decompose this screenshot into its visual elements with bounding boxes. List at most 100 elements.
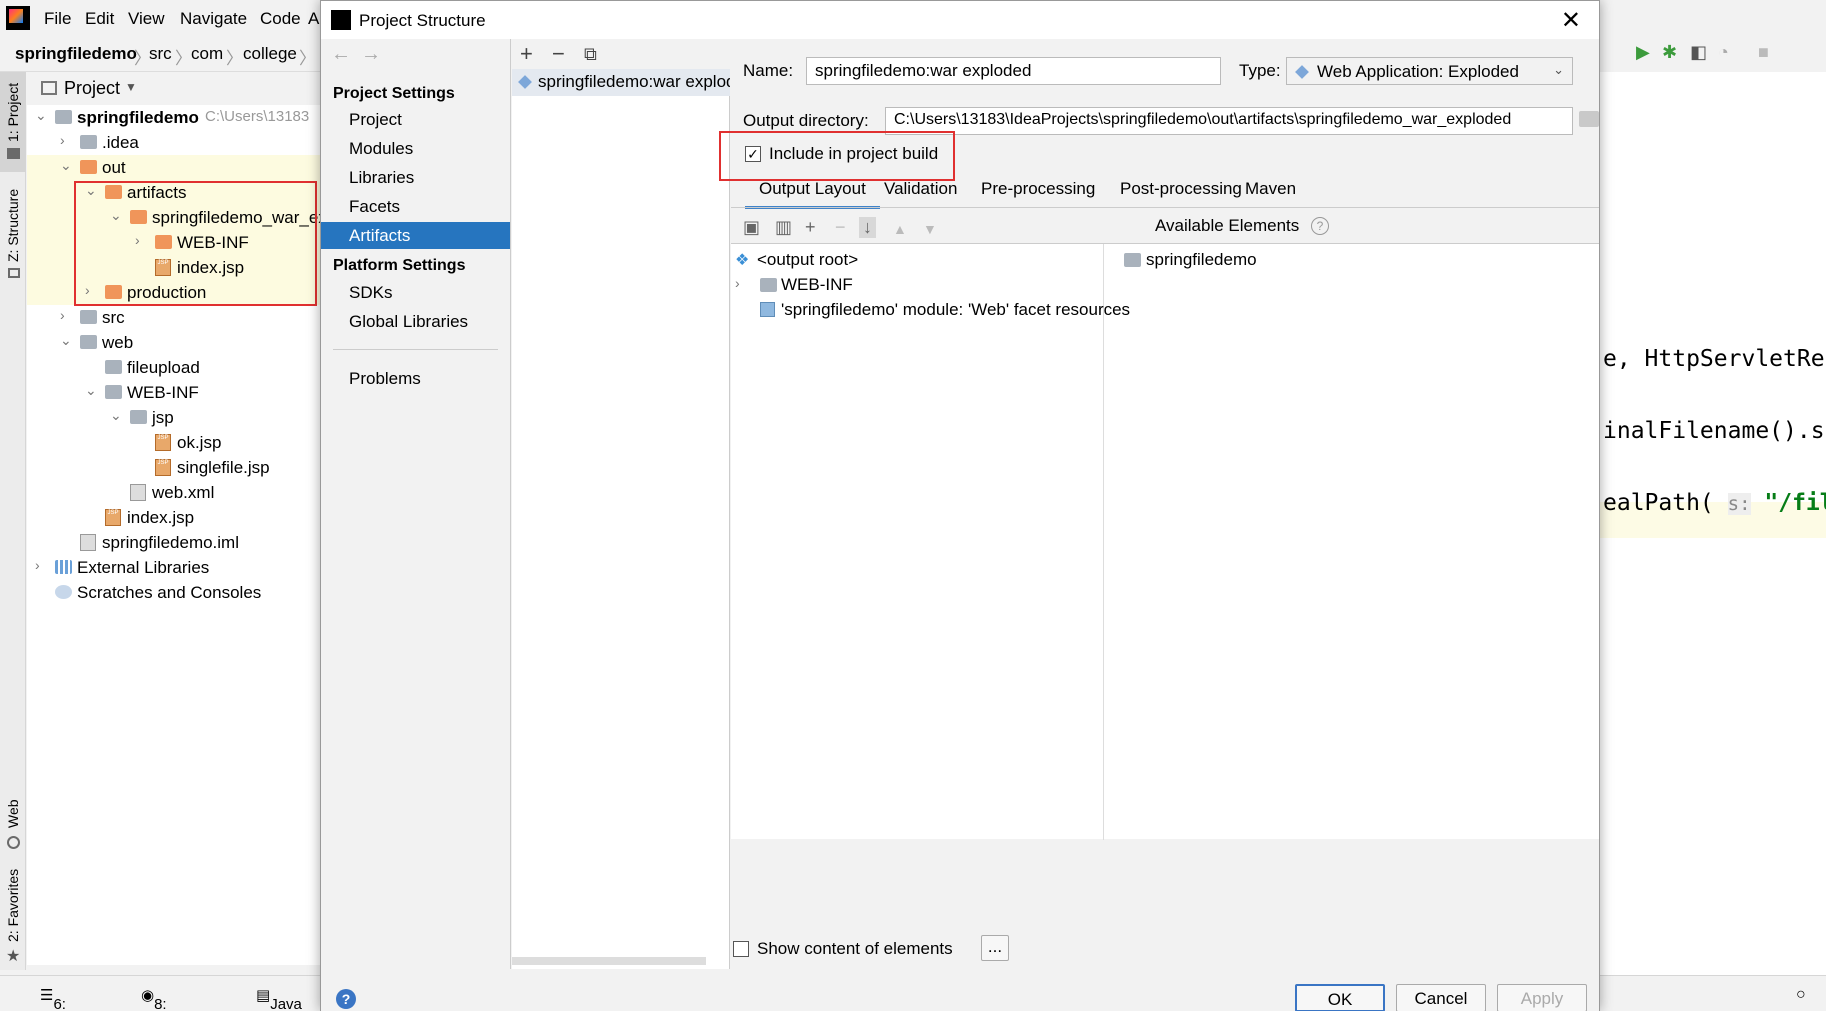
cancel-button[interactable]: Cancel — [1396, 984, 1486, 1011]
tree-row[interactable]: ⌄ springfiledemo C:\Users\13183 — [27, 105, 320, 130]
project-panel-header: Project ▼ — [27, 72, 320, 105]
java-enterprise-tab[interactable]: ▤ Java En — [256, 986, 302, 1011]
sort-icon[interactable]: ↓ — [859, 217, 876, 238]
chevron-right-icon[interactable]: › — [735, 275, 740, 291]
tree-row[interactable]: JSP index.jsp — [27, 505, 320, 530]
search-icon[interactable]: ○ — [1796, 986, 1806, 1004]
layout-tree-item[interactable]: ❖ <output root> — [735, 248, 1095, 272]
menu-view[interactable]: View — [128, 9, 165, 29]
add-copy-of-icon[interactable]: + — [805, 217, 816, 238]
tree-row[interactable]: Scratches and Consoles — [27, 580, 320, 605]
available-tree-item[interactable]: springfiledemo — [1116, 248, 1416, 272]
breadcrumb-item-src[interactable]: src — [149, 44, 172, 64]
tree-row[interactable]: web.xml — [27, 480, 320, 505]
tree-row[interactable]: JSP singlefile.jsp — [27, 455, 320, 480]
move-down-icon[interactable]: ▼ — [923, 221, 937, 237]
chevron-down-icon[interactable]: ⌄ — [85, 382, 97, 399]
tab-post-processing[interactable]: Post-processing — [1120, 179, 1242, 199]
project-panel-title[interactable]: Project — [64, 78, 120, 99]
tab-output-layout[interactable]: Output Layout — [745, 179, 880, 209]
ellipsis-button[interactable]: ... — [981, 935, 1009, 961]
structure-tool-tab[interactable]: Z: Structure — [0, 182, 26, 282]
project-tool-tab[interactable]: 1: Project — [0, 72, 26, 172]
browse-folder-icon[interactable] — [1579, 111, 1599, 127]
menu-file[interactable]: File — [44, 9, 71, 29]
nav-item-facets[interactable]: Facets — [321, 193, 510, 220]
nav-item-problems[interactable]: Problems — [321, 365, 510, 392]
tree-row[interactable]: fileupload — [27, 355, 320, 380]
menu-analyze[interactable]: A — [308, 9, 319, 29]
profile-icon[interactable]: ◔ — [1718, 42, 1729, 63]
menu-code[interactable]: Code — [260, 9, 301, 29]
chevron-down-icon[interactable]: ⌄ — [35, 107, 47, 124]
tree-row[interactable]: ⌄ WEB-INF — [27, 380, 320, 405]
nav-item-global-libraries[interactable]: Global Libraries — [321, 308, 510, 335]
tab-maven[interactable]: Maven — [1245, 179, 1296, 199]
artifact-list-item[interactable]: springfiledemo:war exploded — [512, 69, 730, 96]
chevron-down-icon[interactable]: ▼ — [125, 80, 137, 94]
show-content-label[interactable]: Show content of elements — [757, 939, 953, 959]
menu-navigate[interactable]: Navigate — [180, 9, 247, 29]
splitter[interactable] — [1103, 244, 1104, 840]
todo-tab[interactable]: ☰ 6: TODO — [40, 986, 66, 1011]
copy-icon[interactable]: ⧉ — [584, 44, 597, 65]
move-up-icon[interactable]: ▲ — [893, 221, 907, 237]
show-content-checkbox[interactable] — [733, 941, 749, 957]
add-icon[interactable]: + — [520, 41, 533, 67]
tab-pre-processing[interactable]: Pre-processing — [981, 179, 1095, 199]
tree-row[interactable]: ⌄ web — [27, 330, 320, 355]
forward-arrow-icon[interactable]: → — [361, 43, 381, 66]
layout-tree-item[interactable]: 'springfiledemo' module: 'Web' facet res… — [735, 298, 1130, 322]
chevron-down-icon[interactable]: ⌄ — [60, 332, 72, 349]
remove-icon[interactable]: − — [552, 41, 565, 67]
close-icon[interactable]: ✕ — [1561, 6, 1581, 35]
output-directory-input[interactable]: C:\Users\13183\IdeaProjects\springfilede… — [885, 107, 1573, 135]
code-editor[interactable]: e, HttpServletReq inalFilename().su ealP… — [1598, 72, 1826, 975]
menu-edit[interactable]: Edit — [85, 9, 114, 29]
tree-row[interactable]: springfiledemo.iml — [27, 530, 320, 555]
favorites-tool-tab[interactable]: 2: Favorites ★ — [0, 862, 26, 965]
coverage-icon[interactable]: ◧ — [1690, 42, 1707, 63]
chevron-down-icon[interactable]: ⌄ — [60, 157, 72, 174]
breadcrumb-item-com[interactable]: com — [191, 44, 223, 64]
help-icon[interactable]: ? — [1311, 217, 1329, 235]
nav-item-sdks[interactable]: SDKs — [321, 279, 510, 306]
chevron-down-icon[interactable]: ⌄ — [110, 407, 122, 424]
tree-row[interactable]: JSP ok.jsp — [27, 430, 320, 455]
breadcrumb-item-project[interactable]: springfiledemo — [15, 44, 137, 64]
chevron-right-icon[interactable]: › — [60, 132, 65, 148]
tab-validation[interactable]: Validation — [884, 179, 957, 199]
services-tab[interactable]: ◉ 8: Services — [141, 986, 167, 1011]
run-icon[interactable]: ▶ — [1636, 42, 1650, 63]
name-input[interactable]: springfiledemo:war exploded — [806, 57, 1221, 85]
nav-item-modules[interactable]: Modules — [321, 135, 510, 162]
back-arrow-icon[interactable]: ← — [331, 43, 351, 66]
apply-button[interactable]: Apply — [1497, 984, 1587, 1011]
stop-icon[interactable]: ■ — [1758, 42, 1769, 63]
layout-tree-label: 'springfiledemo' module: 'Web' facet res… — [781, 300, 1131, 319]
layout-tree-item[interactable]: › WEB-INF — [735, 273, 1095, 297]
globe-icon — [7, 836, 20, 849]
breadcrumb-item-college[interactable]: college — [243, 44, 297, 64]
intellij-logo-icon — [331, 10, 351, 30]
horizontal-scrollbar[interactable] — [512, 957, 706, 965]
nav-item-libraries[interactable]: Libraries — [321, 164, 510, 191]
nav-item-artifacts[interactable]: Artifacts — [321, 222, 510, 249]
tree-row[interactable]: › .idea — [27, 130, 320, 155]
remove-icon[interactable]: − — [835, 217, 846, 238]
debug-icon[interactable]: ✱ — [1662, 42, 1677, 63]
new-directory-icon[interactable]: ▣ — [743, 217, 760, 238]
tree-row[interactable]: › External Libraries — [27, 555, 320, 580]
tree-row[interactable]: ⌄ out — [27, 155, 320, 180]
help-icon[interactable]: ? — [336, 989, 356, 1009]
archive-icon[interactable]: ▥ — [775, 217, 792, 238]
project-structure-dialog: Project Structure ✕ ← → Project Settings… — [320, 0, 1600, 1011]
chevron-right-icon[interactable]: › — [35, 557, 40, 573]
nav-item-project[interactable]: Project — [321, 106, 510, 133]
web-tool-tab[interactable]: Web — [0, 792, 26, 852]
ok-button[interactable]: OK — [1295, 984, 1385, 1011]
chevron-right-icon[interactable]: › — [60, 307, 65, 323]
tree-row[interactable]: › src — [27, 305, 320, 330]
tree-row[interactable]: ⌄ jsp — [27, 405, 320, 430]
type-select[interactable]: Web Application: Exploded ⌄ — [1286, 57, 1573, 85]
